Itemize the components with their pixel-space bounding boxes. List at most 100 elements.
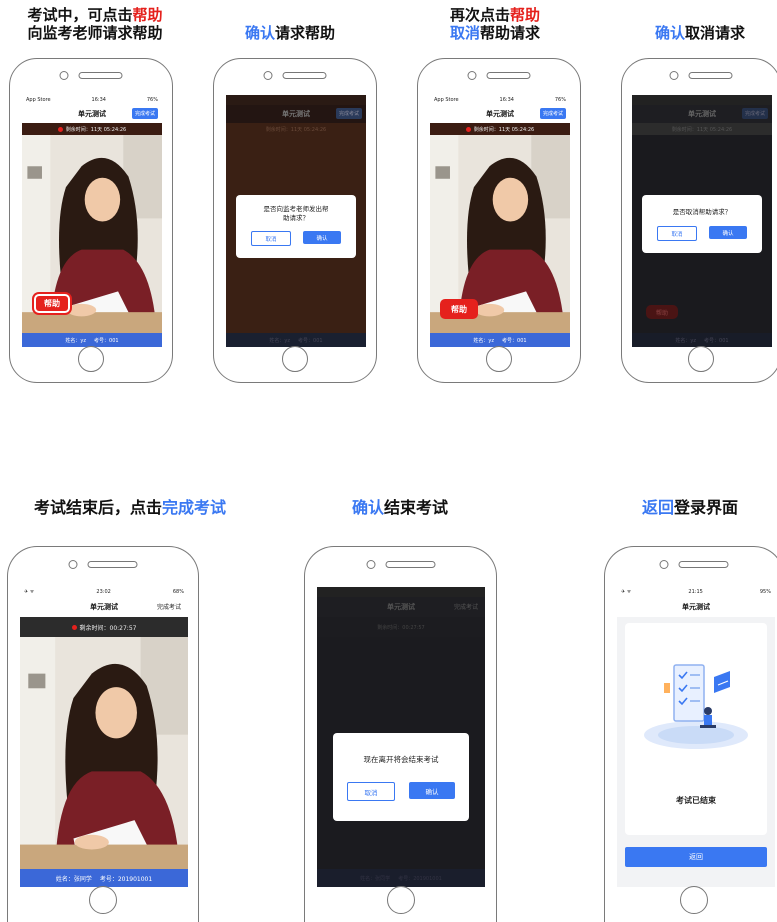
store-back-link[interactable]: App Store — [26, 97, 51, 103]
navbar: 单元测试 完成考试 — [22, 105, 162, 123]
page-title: 单元测试 — [486, 110, 514, 118]
recording-dot-icon — [465, 126, 471, 132]
phone-speaker — [467, 71, 531, 80]
cancel-button[interactable]: 取消 — [251, 231, 291, 246]
finish-exam-button[interactable]: 完成考试 — [154, 600, 184, 613]
navbar: 单元测试 完成考试 — [317, 597, 485, 617]
finish-exam-button[interactable]: 完成考试 — [131, 108, 158, 119]
clock: 16:34 — [91, 97, 106, 103]
cancel-button[interactable]: 取消 — [347, 782, 395, 801]
screen-5: ✈ ᯤ 23:02 68% 单元测试 完成考试 剩余时间：00:27:57 姓名… — [20, 587, 188, 887]
end-exam-dialog: 现在离开将会结束考试 取消 确认 — [333, 733, 469, 821]
back-button[interactable]: 返回 — [625, 847, 767, 867]
navbar: 单元测试 完成考试 — [632, 105, 772, 123]
speaker-slot — [385, 561, 435, 568]
battery: 76% — [554, 97, 566, 103]
dialog-message: 现在离开将会结束考试 — [363, 755, 439, 764]
navbar: 单元测试 完成考试 — [20, 597, 188, 617]
timer-bar: 剩余时间：00:27:57 — [317, 617, 485, 637]
status-bar: ✈ ᯤ 23:02 68% — [20, 587, 188, 597]
help-button[interactable]: 帮助 — [34, 294, 70, 313]
caption-2-b: 请求帮助 — [275, 24, 336, 42]
phone-5: ✈ ᯤ 23:02 68% 单元测试 完成考试 剩余时间：00:27:57 姓名… — [7, 546, 199, 922]
exam-footer: 姓名：张同学 考号：201901001 — [317, 869, 485, 887]
home-button[interactable] — [688, 346, 714, 372]
speaker-slot — [87, 561, 138, 568]
caption-7-back: 返回 — [641, 498, 674, 517]
phone-speaker — [669, 71, 733, 80]
speaker-slot — [486, 72, 531, 79]
recording-dot-icon — [57, 126, 63, 132]
timer-bar: 剩余时间：00:27:57 — [20, 617, 188, 637]
home-button[interactable] — [282, 346, 308, 372]
caption-1: 考试中，可点击帮助 向监考老师请求帮助 — [10, 6, 180, 42]
page-title: 单元测试 — [688, 110, 716, 118]
caption-4: 确认取消请求 — [625, 24, 775, 42]
signal-icon: ✈ ᯤ — [24, 589, 35, 595]
caption-7-b: 登录界面 — [674, 498, 739, 517]
phone-1: App Store 16:34 76% 单元测试 完成考试 剩余时间：11天 0… — [9, 58, 173, 383]
camera-icon — [263, 71, 273, 80]
page-title: 单元测试 — [90, 603, 118, 611]
phone-7: ✈ ᯤ 21:15 95% 单元测试 考试已结束 返回 — [604, 546, 777, 922]
student-name: 姓名：张同学 — [55, 875, 92, 883]
student-id: 考号：201901001 — [99, 875, 153, 883]
remaining-time: 剩余时间：11天 05:24:26 — [265, 126, 327, 133]
battery: 95% — [759, 589, 771, 595]
caption-6-b: 结束考试 — [384, 498, 449, 517]
status-bar — [226, 95, 366, 105]
finish-exam-button: 完成考试 — [453, 604, 478, 611]
battery: 68% — [172, 589, 184, 595]
screen-7: ✈ ᯤ 21:15 95% 单元测试 考试已结束 返回 — [617, 587, 775, 887]
screen-6: 单元测试 完成考试 剩余时间：00:27:57 姓名：张同学 考号：201901… — [317, 587, 485, 887]
status-bar: App Store 16:34 76% — [430, 95, 570, 105]
store-back-link[interactable]: App Store — [434, 97, 459, 103]
home-button[interactable] — [680, 886, 708, 914]
caption-3: 再次点击帮助 取消帮助请求 — [420, 6, 570, 42]
student-name: 姓名：yz — [473, 337, 495, 344]
screen-1: App Store 16:34 76% 单元测试 完成考试 剩余时间：11天 0… — [22, 95, 162, 347]
camera-icon — [68, 560, 78, 569]
camera-icon — [366, 560, 375, 569]
exam-ended-card: 考试已结束 — [625, 623, 767, 835]
camera-icon — [669, 71, 679, 80]
phone-speaker — [659, 560, 729, 569]
exam-footer: 姓名：yz 考号：001 — [22, 333, 162, 347]
remaining-time: 剩余时间：00:27:57 — [79, 624, 137, 632]
student-id: 考号：201901001 — [398, 875, 442, 882]
help-button[interactable]: 帮助 — [440, 299, 478, 319]
phone-speaker — [263, 71, 327, 80]
page-title: 单元测试 — [282, 110, 310, 118]
finish-exam-button[interactable]: 完成考试 — [539, 108, 566, 119]
caption-3-cancel: 取消 — [449, 24, 480, 42]
exam-ended-illustration — [644, 664, 748, 749]
exam-footer: 姓名：yz 考号：001 — [430, 333, 570, 347]
caption-2: 确认请求帮助 — [215, 24, 365, 42]
home-button[interactable] — [486, 346, 512, 372]
home-button[interactable] — [89, 886, 117, 914]
help-request-dialog: 是否向监考老师发出帮助请求？ 取消 确认 — [236, 195, 356, 258]
speaker-slot — [688, 72, 733, 79]
exam-ended-text: 考试已结束 — [676, 796, 716, 805]
student-name: 姓名：yz — [675, 337, 697, 344]
caption-7: 返回登录界面 — [610, 499, 770, 517]
cancel-button[interactable]: 取消 — [657, 226, 697, 241]
home-button[interactable] — [386, 886, 415, 914]
clock: 21:15 — [688, 589, 703, 595]
exam-footer: 姓名：yz 考号：001 — [632, 333, 772, 347]
recording-dot-icon — [71, 624, 77, 630]
home-button[interactable] — [78, 346, 104, 372]
student-id: 考号：001 — [298, 337, 323, 344]
caption-4-b: 取消请求 — [685, 24, 746, 42]
student-id: 考号：001 — [502, 337, 527, 344]
remaining-time: 剩余时间：11天 05:24:26 — [65, 126, 127, 133]
confirm-button[interactable]: 确认 — [709, 226, 747, 239]
status-bar — [317, 587, 485, 597]
navbar: 单元测试 — [617, 597, 775, 617]
finish-exam-button: 完成考试 — [741, 108, 768, 119]
status-bar: App Store 16:34 76% — [22, 95, 162, 105]
page-title: 单元测试 — [387, 603, 415, 611]
status-bar: ✈ ᯤ 21:15 95% — [617, 587, 775, 597]
confirm-button[interactable]: 确认 — [303, 231, 341, 244]
confirm-button[interactable]: 确认 — [409, 782, 455, 799]
